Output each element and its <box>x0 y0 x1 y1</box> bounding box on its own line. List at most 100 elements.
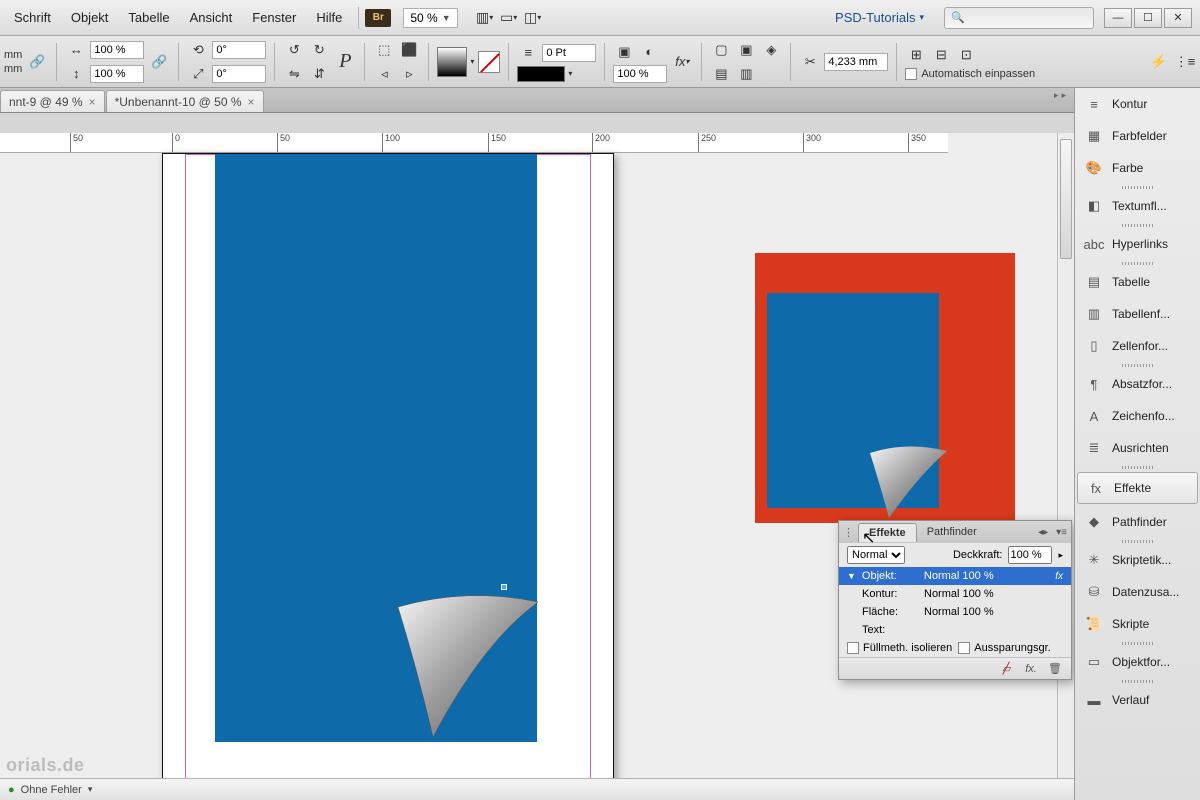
canvas[interactable]: 50050100150200250300350400 <box>0 133 1074 778</box>
scrollbar-vertical[interactable] <box>1057 133 1074 778</box>
panel-menu-icon[interactable]: ⋮≡ <box>1174 51 1196 73</box>
panel-options-icon[interactable]: ▾≡ <box>1052 527 1071 538</box>
maximize-button[interactable]: ☐ <box>1134 8 1162 28</box>
dock-item-skriptetik[interactable]: ✳Skriptetik... <box>1075 544 1200 576</box>
bridge-icon[interactable]: Br <box>365 9 391 27</box>
stroke-weight-input[interactable] <box>542 44 596 62</box>
scale-x-input[interactable] <box>90 41 144 59</box>
view-options-icon[interactable]: ▥▾ <box>474 7 496 29</box>
tab-effekte[interactable]: Effekte <box>858 523 917 542</box>
blend-mode-select[interactable]: Normal <box>847 546 905 564</box>
dock-item-datenzusa[interactable]: ⛁Datenzusa... <box>1075 576 1200 608</box>
dock-item-tabellenf[interactable]: ▥Tabellenf... <box>1075 298 1200 330</box>
select-container-icon[interactable]: ⬚ <box>373 39 395 61</box>
wrap-shape-icon[interactable]: ◈ <box>760 39 782 61</box>
effects-panel[interactable]: ⋮ Effekte Pathfinder ◂▸ ▾≡ Normal Deckkr… <box>838 520 1072 680</box>
constrain-wh-icon[interactable]: 🔗 <box>26 51 48 73</box>
dock-item-skripte[interactable]: 📜Skripte <box>1075 608 1200 640</box>
rotate-icon: ⟲ <box>187 39 209 61</box>
trash-icon[interactable]: 🗑 <box>1047 661 1063 677</box>
fx-quick-icon[interactable]: ▣ <box>613 41 635 63</box>
collapse-panel-icon[interactable]: ◂▸ <box>1034 527 1052 538</box>
paragraph-style-icon[interactable]: P <box>334 51 356 73</box>
fx-row-kontur[interactable]: Kontur:Normal 100 % <box>839 585 1071 603</box>
preflight-status[interactable]: Ohne Fehler <box>21 784 82 796</box>
menu-objekt[interactable]: Objekt <box>61 6 119 29</box>
rotate-cw-icon[interactable]: ↻ <box>308 39 330 61</box>
rotate-input[interactable] <box>212 41 266 59</box>
dimension-input[interactable] <box>824 53 888 71</box>
crop-icon[interactable]: ✂ <box>799 51 821 73</box>
no-fill-icon[interactable] <box>478 51 500 73</box>
clear-effects-icon[interactable]: ▱╱ <box>999 661 1015 677</box>
screen-mode-icon[interactable]: ▭▾ <box>498 7 520 29</box>
close-icon[interactable]: × <box>89 95 96 109</box>
tab-unbenannt-9[interactable]: nnt-9 @ 49 %× <box>0 90 105 112</box>
fill-swatch[interactable] <box>437 47 467 77</box>
isolate-blending-checkbox[interactable]: Füllmeth. isolieren <box>847 642 952 654</box>
dock-item-absatzfor[interactable]: ¶Absatzfor... <box>1075 368 1200 400</box>
dock-item-verlauf[interactable]: ▬Verlauf <box>1075 684 1200 716</box>
select-next-icon[interactable]: ▹ <box>398 63 420 85</box>
stroke-style-swatch[interactable] <box>517 66 565 82</box>
flip-h-icon[interactable]: ⇋ <box>283 63 305 85</box>
dock-collapse-icon[interactable]: ▸▸ <box>1050 90 1073 102</box>
panel-opacity-input[interactable] <box>1008 546 1052 564</box>
minimize-button[interactable]: — <box>1104 8 1132 28</box>
tab-unbenannt-10[interactable]: *Unbenannt-10 @ 50 %× <box>106 90 264 112</box>
dock-item-farbfelder[interactable]: ▦Farbfelder <box>1075 120 1200 152</box>
dock-item-zellenfor[interactable]: ▯Zellenfor... <box>1075 330 1200 362</box>
ruler-horizontal: 50050100150200250300350400 <box>0 133 948 153</box>
zoom-select[interactable]: 50 %▼ <box>403 8 457 28</box>
dock-item-objektfor[interactable]: ▭Objektfor... <box>1075 646 1200 678</box>
rotate-ccw-icon[interactable]: ↺ <box>283 39 305 61</box>
wrap-jump-icon[interactable]: ▤ <box>710 63 732 85</box>
menu-schrift[interactable]: Schrift <box>4 6 61 29</box>
dock-item-textumfl[interactable]: ◧Textumfl... <box>1075 190 1200 222</box>
panel-grip-icon[interactable]: ⋮ <box>839 526 858 539</box>
dock-item-zeichenfo[interactable]: AZeichenfo... <box>1075 400 1200 432</box>
constrain-scale-icon[interactable]: 🔗 <box>148 51 170 73</box>
dock-item-ausrichten[interactable]: ≣Ausrichten <box>1075 432 1200 464</box>
absatzfor-icon: ¶ <box>1084 375 1104 393</box>
fx-row-flche[interactable]: Fläche:Normal 100 % <box>839 603 1071 621</box>
menu-tabelle[interactable]: Tabelle <box>118 6 179 29</box>
fx-add-icon[interactable]: fx. <box>1023 661 1039 677</box>
wrap-bbox-icon[interactable]: ▣ <box>735 39 757 61</box>
fx-row-text[interactable]: Text: <box>839 621 1071 639</box>
wrap-jumpnext-icon[interactable]: ▥ <box>735 63 757 85</box>
fx-menu-icon[interactable]: fx▾ <box>671 51 693 73</box>
quick-apply-icon[interactable]: ⚡ <box>1148 51 1170 73</box>
fit-frame-icon[interactable]: ⊟ <box>930 44 952 66</box>
tab-pathfinder[interactable]: Pathfinder <box>917 523 987 541</box>
menu-ansicht[interactable]: Ansicht <box>180 6 243 29</box>
dock-item-tabelle[interactable]: ▤Tabelle <box>1075 266 1200 298</box>
dock-item-effekte[interactable]: fxEffekte <box>1077 472 1198 504</box>
select-prev-icon[interactable]: ◃ <box>373 63 395 85</box>
dock-item-hyperlinks[interactable]: abcHyperlinks <box>1075 228 1200 260</box>
knockout-group-checkbox[interactable]: Aussparungsgr. <box>958 642 1050 654</box>
menu-fenster[interactable]: Fenster <box>242 6 306 29</box>
arrange-icon[interactable]: ◫▾ <box>522 7 544 29</box>
fx-row-objekt[interactable]: ▼Objekt:Normal 100 %fx <box>839 567 1071 585</box>
center-content-icon[interactable]: ⊡ <box>955 44 977 66</box>
scale-y-input[interactable] <box>90 65 144 83</box>
selection-handle[interactable] <box>501 584 507 590</box>
close-button[interactable]: ✕ <box>1164 8 1192 28</box>
close-icon[interactable]: × <box>248 95 255 109</box>
shear-input[interactable] <box>212 65 266 83</box>
flip-v-icon[interactable]: ⇵ <box>308 63 330 85</box>
select-content-icon[interactable]: ⬛ <box>398 39 420 61</box>
fit-content-icon[interactable]: ⊞ <box>905 44 927 66</box>
autofit-checkbox[interactable]: Automatisch einpassen <box>905 68 1035 80</box>
opacity-input[interactable] <box>613 65 667 83</box>
menu-hilfe[interactable]: Hilfe <box>306 6 352 29</box>
dock-item-farbe[interactable]: 🎨Farbe <box>1075 152 1200 184</box>
dock-item-pathfinder[interactable]: ◆Pathfinder <box>1075 506 1200 538</box>
psd-tutorials-link[interactable]: PSD-Tutorials ▾ <box>825 10 934 25</box>
dock-item-kontur[interactable]: ≡Kontur <box>1075 88 1200 120</box>
wrap-none-icon[interactable]: ▢ <box>710 39 732 61</box>
red-pasteboard-object[interactable] <box>755 253 1015 523</box>
search-input[interactable]: 🔍 <box>944 7 1094 29</box>
page-curl-effect[interactable] <box>393 572 553 752</box>
